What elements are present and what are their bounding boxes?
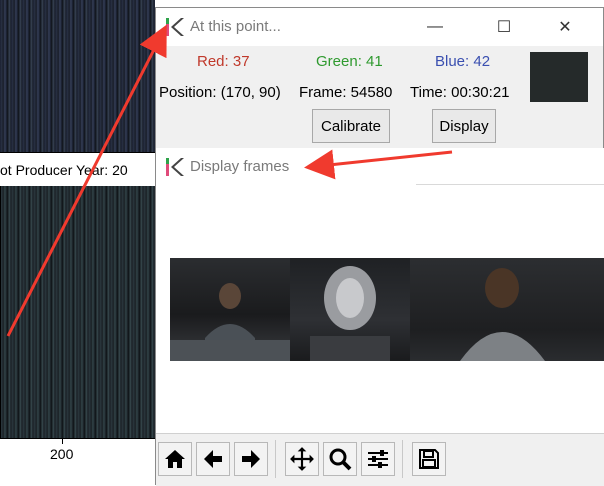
maximize-icon: ☐ [496,19,512,36]
back-button[interactable] [196,442,230,476]
toolbar-separator [402,440,403,478]
forward-arrow-icon [242,450,260,468]
frame-strip-top [0,0,155,152]
frame-value: Frame: 54580 [299,84,393,101]
toolbar-separator [275,440,276,478]
plot-tick [62,438,63,444]
save-icon [419,449,439,469]
frame-strip-bottom [0,186,155,438]
configure-button[interactable] [361,442,395,476]
frame-thumbnail [410,258,604,361]
home-button[interactable] [158,442,192,476]
robot-silhouette [310,266,390,361]
plot-tick-label: 200 [50,446,74,462]
frame-thumbnail [170,258,290,361]
position-value: Position: (170, 90) [159,84,281,101]
configure-icon [368,450,388,468]
home-icon [165,450,185,468]
calibrate-button[interactable]: Calibrate [312,109,390,143]
display-frames-window: Display frames [155,148,604,486]
frame-thumbnails [170,258,604,361]
person-silhouette [460,268,545,361]
red-value: Red: 37 [197,53,250,70]
plot-left-axis [0,186,1,438]
pan-icon [290,447,314,471]
back-arrow-icon [204,450,222,468]
zoom-button[interactable] [323,442,357,476]
app-logo-icon [166,18,184,36]
at-this-point-window: At this point... — ☐ ✕ Red: 37 Green: 41… [155,7,604,149]
save-button[interactable] [412,442,446,476]
plot-bottom-axis [0,438,160,439]
forward-button[interactable] [234,442,268,476]
zoom-icon [329,448,352,471]
window-title: At this point... [190,18,281,35]
close-button[interactable]: ✕ [542,8,588,46]
window-titlebar[interactable]: Display frames [156,148,604,184]
navigation-toolbar [156,433,604,486]
display-button[interactable]: Display [432,109,496,143]
divider [416,184,604,185]
blue-value: Blue: 42 [435,53,491,70]
maximize-button[interactable]: ☐ [481,8,527,46]
app-logo-icon [166,158,184,176]
window-titlebar[interactable]: At this point... — ☐ ✕ [156,8,603,46]
green-value: Green: 41 [316,53,383,70]
person-silhouette [170,283,290,361]
plot-caption: ot Producer Year: 20 [0,152,160,188]
pan-button[interactable] [285,442,319,476]
close-icon: ✕ [558,19,572,36]
color-swatch [530,52,588,102]
background-plot: ot Producer Year: 20 200 [0,0,160,485]
minimize-button[interactable]: — [412,8,458,46]
time-value: Time: 00:30:21 [410,84,510,101]
window-title: Display frames [190,158,290,175]
frame-thumbnail [290,258,410,361]
minimize-icon: — [427,18,443,35]
